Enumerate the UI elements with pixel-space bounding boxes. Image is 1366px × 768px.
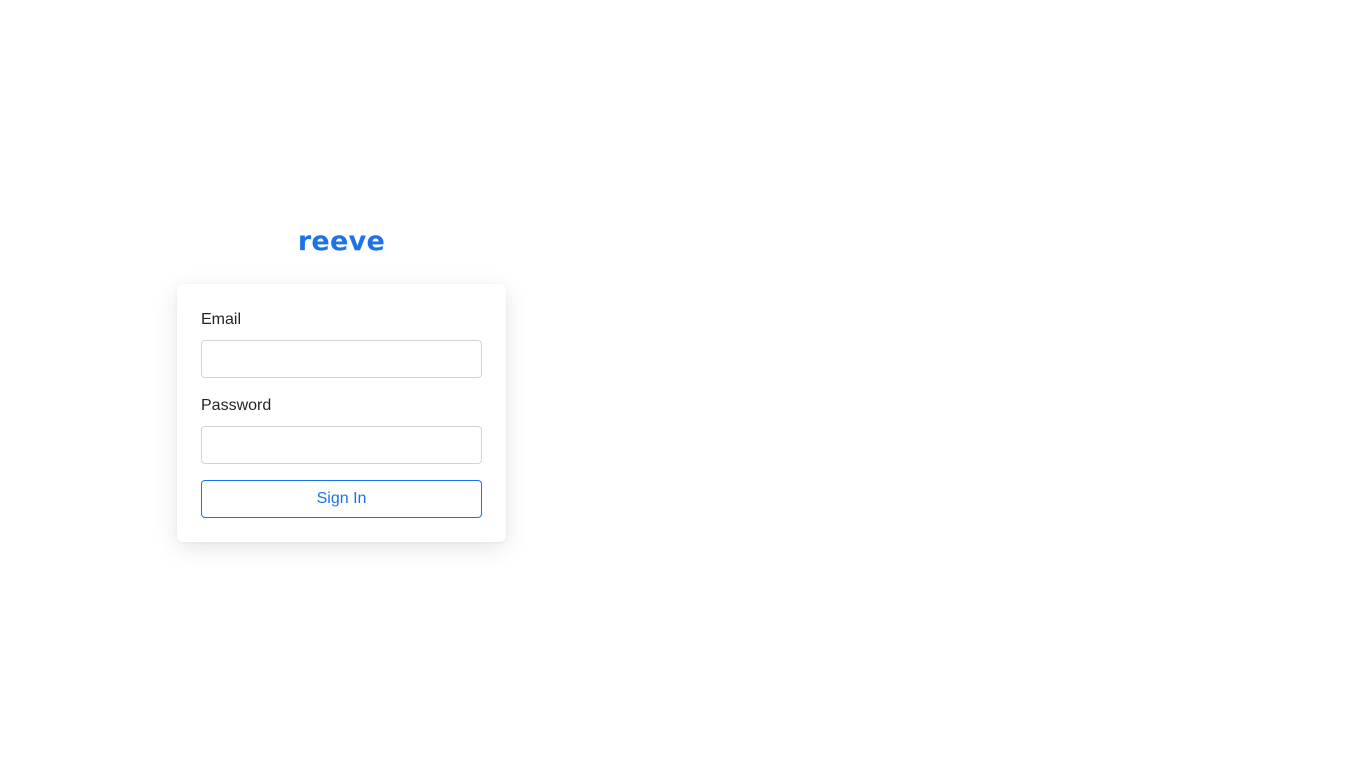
password-label: Password (201, 397, 272, 414)
login-page: reeve Email Password Sign In (0, 0, 1366, 768)
login-column: reeve Email Password Sign In (177, 222, 506, 542)
password-group: Password (201, 394, 482, 464)
brand-logo: reeve (297, 226, 386, 257)
email-group: Email (201, 308, 482, 378)
email-field[interactable] (201, 340, 482, 378)
password-field[interactable] (201, 426, 482, 464)
sign-in-button[interactable]: Sign In (201, 480, 482, 518)
email-label: Email (201, 311, 242, 328)
login-card: Email Password Sign In (177, 284, 506, 542)
